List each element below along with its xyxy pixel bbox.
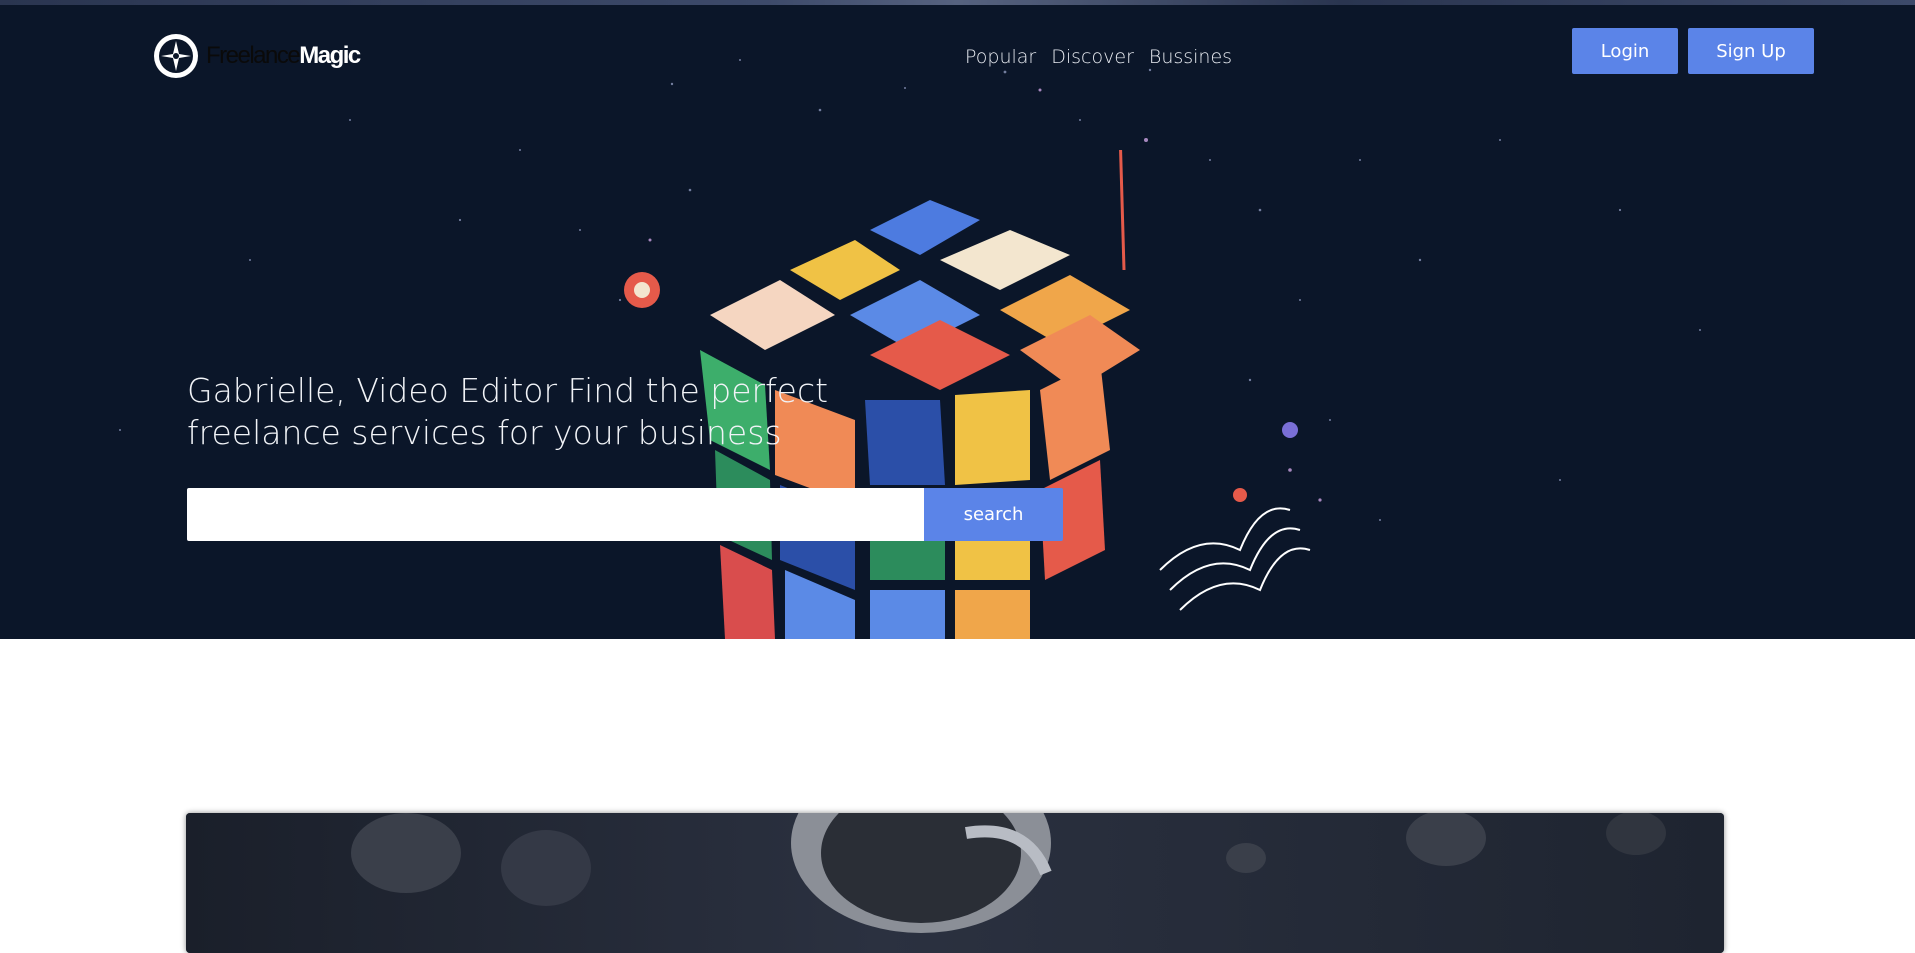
search-button[interactable]: search [924, 488, 1063, 541]
hero-headline: Gabrielle, Video Editor Find the perfect… [187, 370, 887, 454]
hero-headline-line2: freelance services for your business [187, 413, 782, 452]
hero-section: FreelanceMagic Popular Discover Bussines… [0, 0, 1915, 639]
signup-button[interactable]: Sign Up [1688, 28, 1814, 74]
brand-name-word2: Magic [299, 42, 361, 69]
astronaut-banner-card [186, 813, 1724, 953]
nav-item-discover[interactable]: Discover [1051, 46, 1134, 68]
astronaut-banner-image [186, 813, 1724, 953]
main-nav: Popular Discover Bussines [965, 46, 1247, 68]
compass-logo-icon [154, 34, 198, 78]
hero-headline-line1: Gabrielle, Video Editor Find the perfect [187, 371, 829, 410]
brand-name-word1: Freelance [206, 42, 301, 69]
nav-item-popular[interactable]: Popular [965, 46, 1036, 68]
brand-name: FreelanceMagic [206, 42, 361, 69]
nav-item-business[interactable]: Bussines [1149, 46, 1232, 68]
brand-logo[interactable]: FreelanceMagic [152, 30, 361, 82]
search-input[interactable] [187, 488, 924, 541]
login-button[interactable]: Login [1572, 28, 1678, 74]
